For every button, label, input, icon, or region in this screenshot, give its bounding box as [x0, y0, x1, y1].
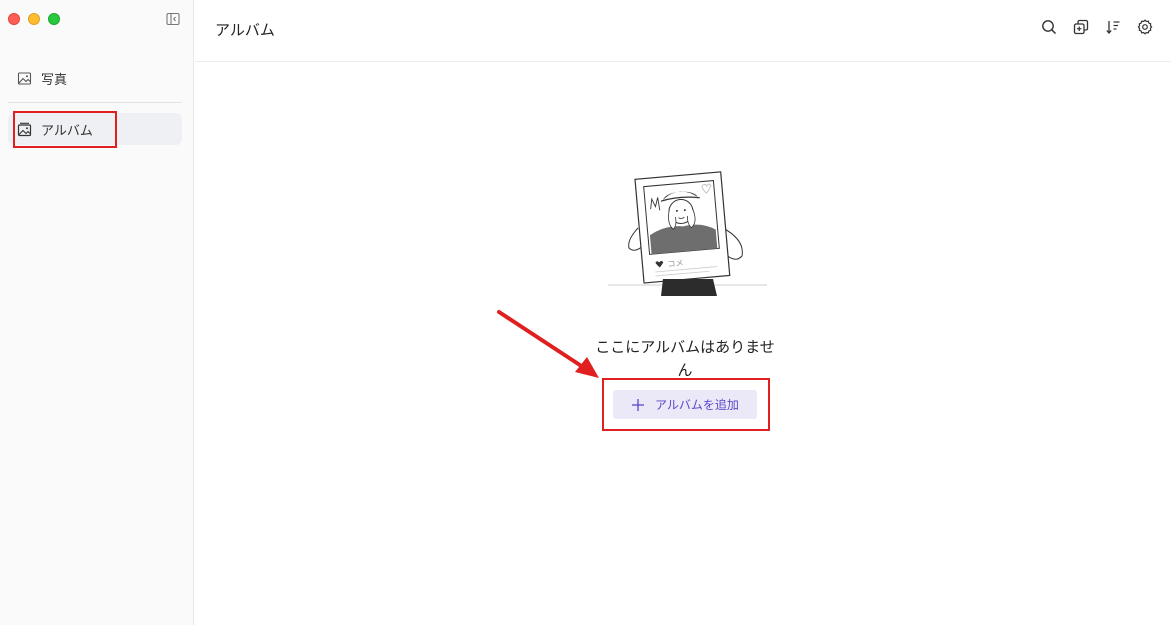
sidebar: 写真 アルバム: [0, 0, 194, 625]
album-icon: [17, 122, 32, 137]
settings-icon[interactable]: [1137, 19, 1153, 35]
illustration-text: コメ: [667, 258, 684, 268]
image-icon: [17, 71, 32, 86]
sidebar-item-photos[interactable]: 写真: [8, 62, 182, 94]
add-album-label: アルバムを追加: [655, 398, 739, 412]
sidebar-item-label: 写真: [41, 72, 68, 88]
minimize-window-button[interactable]: [28, 13, 40, 25]
toolbar: [1041, 19, 1153, 35]
multi-select-icon[interactable]: [1073, 19, 1089, 35]
sidebar-divider: [8, 102, 182, 103]
close-window-button[interactable]: [8, 13, 20, 25]
annotation-arrow: [497, 310, 599, 378]
empty-state-message: ここにアルバムはありません: [595, 338, 775, 379]
page-title: アルバム: [215, 21, 275, 39]
sidebar-item-label: アルバム: [41, 123, 93, 139]
add-album-button[interactable]: アルバムを追加: [613, 390, 757, 419]
search-icon[interactable]: [1041, 19, 1057, 35]
sidebar-item-albums[interactable]: アルバム: [8, 113, 182, 145]
empty-albums-illustration: コメ: [605, 168, 770, 298]
sidebar-toggle-icon[interactable]: [166, 11, 180, 26]
sort-icon[interactable]: [1105, 19, 1121, 35]
window-controls: [8, 13, 60, 25]
plus-icon: [631, 398, 645, 412]
zoom-window-button[interactable]: [48, 13, 60, 25]
header: アルバム: [195, 0, 1171, 62]
